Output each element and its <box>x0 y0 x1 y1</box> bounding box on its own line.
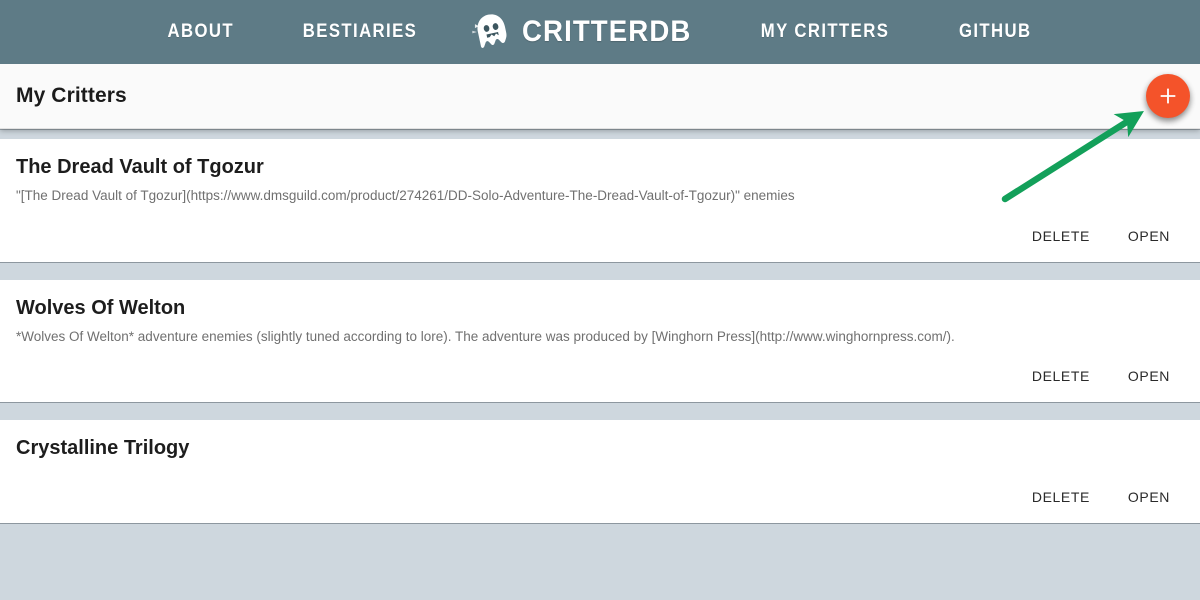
delete-button[interactable]: Delete <box>1030 485 1092 509</box>
brand-logo-link[interactable]: CritterDB <box>453 11 724 53</box>
open-button[interactable]: Open <box>1126 364 1172 388</box>
plus-icon <box>1157 85 1179 107</box>
bestiary-list: The Dread Vault of Tgozur "[The Dread Va… <box>0 139 1200 542</box>
page-title: My Critters <box>16 84 127 107</box>
bestiary-card[interactable]: Crystalline Trilogy Delete Open <box>0 420 1200 524</box>
add-bestiary-button[interactable] <box>1146 74 1190 118</box>
delete-button[interactable]: Delete <box>1030 224 1092 248</box>
bestiary-title: The Dread Vault of Tgozur <box>16 156 264 178</box>
bestiary-description: "[The Dread Vault of Tgozur](https://www… <box>16 188 795 203</box>
open-button[interactable]: Open <box>1126 224 1172 248</box>
bestiary-card-actions: Delete Open <box>16 467 1184 523</box>
top-navbar: About Bestiaries CritterDB My Critters G… <box>0 0 1200 64</box>
bestiary-title: Crystalline Trilogy <box>16 437 190 460</box>
nav-link-my-critters[interactable]: My Critters <box>736 0 914 64</box>
toolbar-spacer <box>0 129 1200 139</box>
nav-link-github[interactable]: Github <box>934 0 1056 64</box>
list-divider <box>0 261 1200 280</box>
nav-link-about[interactable]: About <box>143 0 259 64</box>
list-divider <box>0 402 1200 421</box>
nav-link-bestiaries[interactable]: Bestiaries <box>278 0 442 64</box>
open-button[interactable]: Open <box>1126 485 1172 509</box>
list-divider <box>0 523 1200 542</box>
page-toolbar: My Critters <box>0 64 1200 129</box>
bestiary-card[interactable]: The Dread Vault of Tgozur "[The Dread Va… <box>0 139 1200 262</box>
bestiary-card-actions: Delete Open <box>16 346 1184 402</box>
ghost-icon <box>471 11 513 53</box>
bestiary-description: *Wolves Of Welton* adventure enemies (sl… <box>16 328 955 344</box>
delete-button[interactable]: Delete <box>1030 364 1092 388</box>
bestiary-card[interactable]: Wolves Of Welton *Wolves Of Welton* adve… <box>0 279 1200 403</box>
bestiary-card-actions: Delete Open <box>16 206 1184 262</box>
brand-title: CritterDB <box>521 15 692 48</box>
bestiary-title: Wolves Of Welton <box>16 296 186 319</box>
